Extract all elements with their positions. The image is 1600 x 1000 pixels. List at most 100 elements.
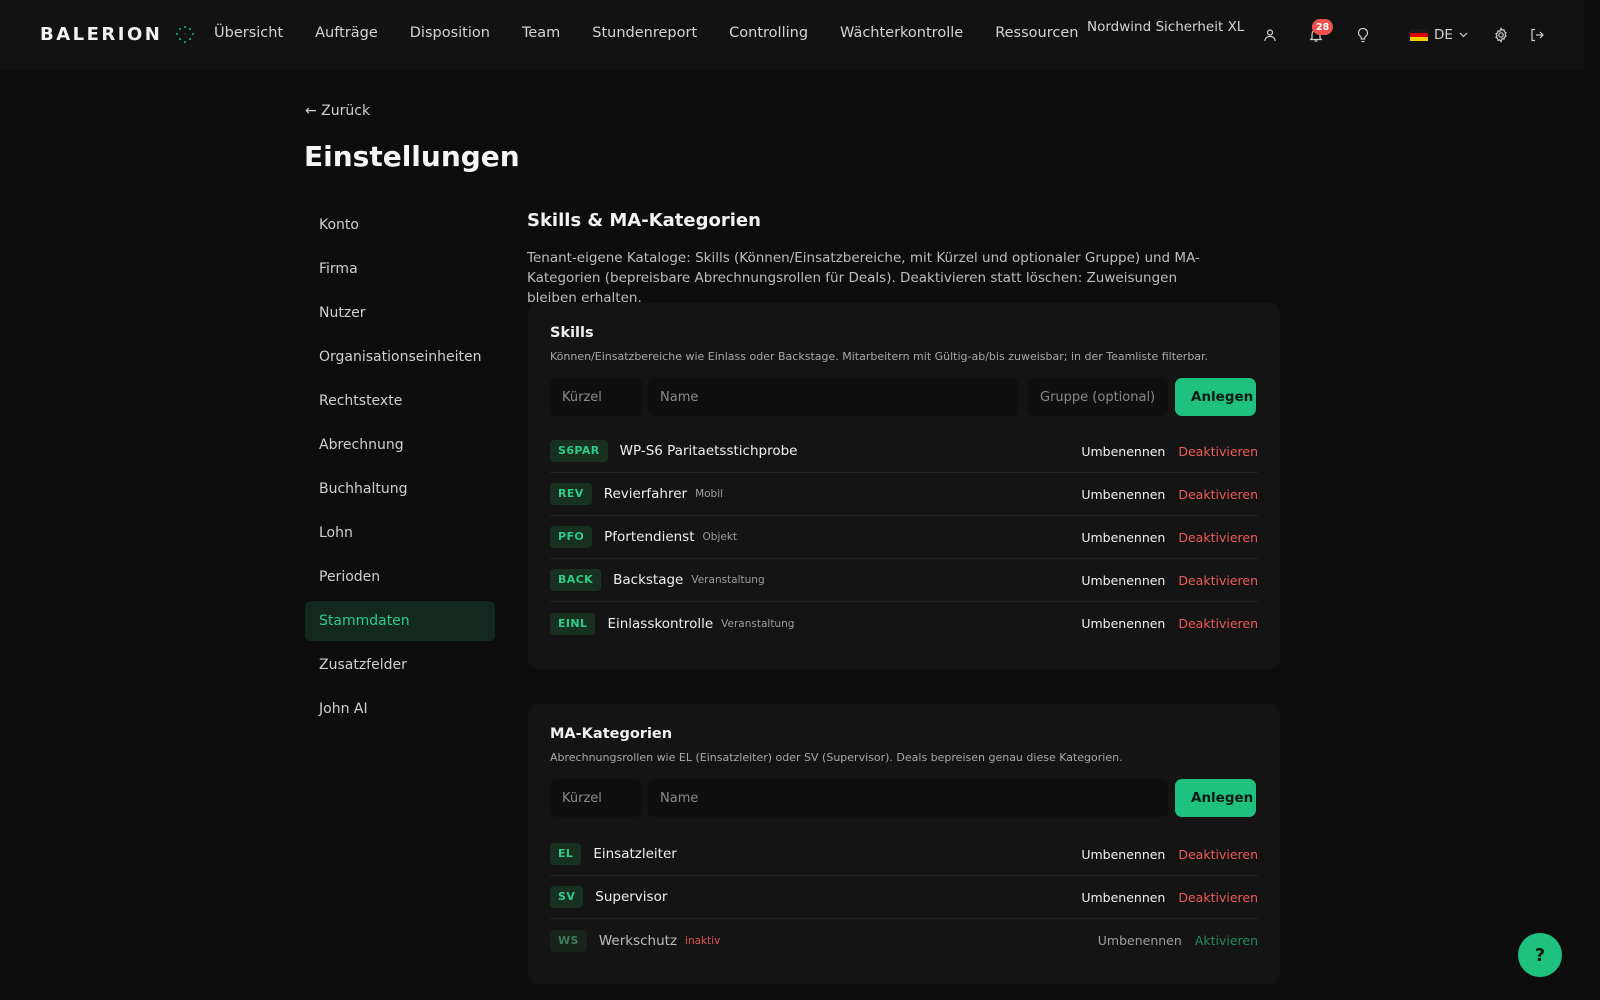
skill-row: REV Revierfahrer Mobil Umbenennen Deaktivier…: [550, 473, 1258, 516]
sidebar-item-buchhaltung[interactable]: Buchhaltung: [305, 469, 495, 509]
sidebar-item-firma[interactable]: Firma: [305, 249, 495, 289]
categories-title: MA-Kategorien: [550, 726, 673, 742]
skill-row: PFO Pfortendienst Objekt Umbenennen Deaktivi…: [550, 516, 1258, 559]
rename-button[interactable]: Umbenennen: [1081, 573, 1165, 588]
skill-name: WP-S6 Paritaetsstichprobe: [619, 443, 798, 459]
skill-code-input[interactable]: [550, 378, 642, 416]
sidebar-item-abrechnung[interactable]: Abrechnung: [305, 425, 495, 465]
category-name: Einsatzleiter: [593, 846, 677, 862]
category-name-input[interactable]: [648, 779, 1168, 817]
skill-code-badge: EINL: [550, 612, 596, 635]
sidebar-item-organisationseinheiten[interactable]: Organisationseinheiten: [305, 337, 495, 377]
skills-card: Skills Können/Einsatzbereiche wie Einlas…: [528, 303, 1280, 669]
skills-title: Skills: [550, 325, 594, 341]
inactive-badge: inaktiv: [685, 934, 721, 947]
category-code-badge: WS: [550, 929, 587, 952]
deactivate-button[interactable]: Deaktivieren: [1178, 444, 1258, 459]
skill-name: Revierfahrer: [603, 486, 688, 502]
skills-list: S6PAR WP-S6 Paritaetsstichprobe Umbenennen…: [550, 430, 1258, 645]
nav-item-team[interactable]: Team: [522, 25, 560, 41]
category-name: Werkschutz: [598, 932, 678, 949]
language-selector[interactable]: DE: [1410, 27, 1468, 43]
rename-button[interactable]: Umbenennen: [1098, 933, 1182, 948]
skill-actions: Umbenennen Deaktivieren: [1081, 616, 1258, 631]
nav-item-uebersicht[interactable]: Übersicht: [214, 25, 283, 41]
brand-name: BALERION: [40, 24, 163, 45]
categories-list: EL Einsatzleiter Umbenennen Deaktivieren SV S…: [550, 833, 1258, 962]
nav-item-stundenreport[interactable]: Stundenreport: [592, 25, 697, 41]
logout-icon[interactable]: [1527, 25, 1547, 45]
rename-button[interactable]: Umbenennen: [1081, 890, 1165, 905]
skill-actions: Umbenennen Deaktivieren: [1081, 530, 1258, 545]
skill-actions: Umbenennen Deaktivieren: [1081, 444, 1258, 459]
sidebar-item-zusatzfelder[interactable]: Zusatzfelder: [305, 645, 495, 685]
skill-group: Objekt: [702, 531, 738, 543]
skills-form: Anlegen: [550, 378, 1258, 416]
sidebar-item-nutzer[interactable]: Nutzer: [305, 293, 495, 333]
help-button[interactable]: ?: [1518, 933, 1562, 977]
skill-code-badge: PFO: [550, 526, 593, 548]
sidebar-item-perioden[interactable]: Perioden: [305, 557, 495, 597]
skill-group-input[interactable]: [1028, 378, 1168, 416]
skill-name: Backstage: [613, 572, 684, 588]
skills-description: Können/Einsatzbereiche wie Einlass oder …: [550, 350, 1209, 363]
deactivate-button[interactable]: Deaktivieren: [1178, 616, 1258, 631]
nav-item-waechterkontrolle[interactable]: Wächterkontrolle: [840, 25, 963, 41]
skill-name-input[interactable]: [648, 378, 1018, 416]
rename-button[interactable]: Umbenennen: [1081, 444, 1165, 459]
language-label: DE: [1434, 27, 1453, 43]
skill-actions: Umbenennen Deaktivieren: [1081, 573, 1258, 588]
nav-item-disposition[interactable]: Disposition: [410, 25, 490, 41]
page-title: Einstellungen: [304, 140, 520, 173]
skill-actions: Umbenennen Deaktivieren: [1081, 487, 1258, 502]
category-name: Supervisor: [595, 889, 668, 905]
nav-item-ressourcen[interactable]: Ressourcen: [995, 25, 1078, 41]
user-icon[interactable]: [1260, 25, 1280, 45]
category-row: SV Supervisor Umbenennen Deaktivieren: [550, 876, 1258, 919]
add-category-button[interactable]: Anlegen: [1175, 779, 1256, 817]
category-actions: Umbenennen Deaktivieren: [1081, 847, 1258, 862]
deactivate-button[interactable]: Deaktivieren: [1178, 847, 1258, 862]
deactivate-button[interactable]: Deaktivieren: [1178, 573, 1258, 588]
rename-button[interactable]: Umbenennen: [1081, 530, 1165, 545]
sidebar-item-konto[interactable]: Konto: [305, 205, 495, 245]
brand-logo[interactable]: BALERION: [40, 24, 195, 45]
rename-button[interactable]: Umbenennen: [1081, 616, 1165, 631]
nav-item-auftraege[interactable]: Aufträge: [315, 25, 378, 41]
lightbulb-icon[interactable]: [1353, 25, 1373, 45]
sidebar-item-stammdaten[interactable]: Stammdaten: [305, 601, 495, 641]
skill-name: Pfortendienst: [604, 529, 695, 545]
back-link[interactable]: ← Zurück: [305, 103, 370, 119]
category-actions: Umbenennen Aktivieren: [1098, 933, 1258, 948]
nav-item-controlling[interactable]: Controlling: [729, 25, 808, 41]
skill-code-badge: BACK: [550, 569, 602, 591]
deactivate-button[interactable]: Deaktivieren: [1178, 890, 1258, 905]
skill-code-badge: REV: [550, 483, 592, 505]
categories-card: MA-Kategorien Abrechnungsrollen wie EL (…: [528, 704, 1280, 984]
gear-icon[interactable]: [1491, 25, 1511, 45]
skill-group: Veranstaltung: [721, 617, 795, 630]
sidebar-item-rechtstexte[interactable]: Rechtstexte: [305, 381, 495, 421]
category-code-badge: EL: [550, 843, 582, 865]
activate-button[interactable]: Aktivieren: [1195, 933, 1258, 948]
deactivate-button[interactable]: Deaktivieren: [1178, 530, 1258, 545]
skill-name: Einlasskontrolle: [607, 615, 714, 632]
skill-row: S6PAR WP-S6 Paritaetsstichprobe Umbenennen…: [550, 430, 1258, 473]
section-description: Tenant-eigene Kataloge: Skills (Können/E…: [527, 250, 1200, 306]
deactivate-button[interactable]: Deaktivieren: [1178, 487, 1258, 502]
add-skill-button[interactable]: Anlegen: [1175, 378, 1256, 416]
skill-group: Mobil: [695, 488, 724, 500]
category-row: EL Einsatzleiter Umbenennen Deaktivieren: [550, 833, 1258, 876]
skill-code-badge: S6PAR: [550, 440, 608, 462]
category-code-input[interactable]: [550, 779, 642, 817]
rename-button[interactable]: Umbenennen: [1081, 847, 1165, 862]
categories-description: Abrechnungsrollen wie EL (Einsatzleiter)…: [550, 751, 1123, 764]
chevron-down-icon: [1459, 32, 1468, 38]
rename-button[interactable]: Umbenennen: [1081, 487, 1165, 502]
sidebar-item-john-ai[interactable]: John AI: [305, 689, 495, 729]
skill-row: EINL Einlasskontrolle Veranstaltung Umbenen…: [550, 602, 1258, 645]
sidebar-item-lohn[interactable]: Lohn: [305, 513, 495, 553]
category-actions: Umbenennen Deaktivieren: [1081, 890, 1258, 905]
skill-group: Veranstaltung: [691, 574, 765, 586]
category-code-badge: SV: [550, 886, 584, 908]
